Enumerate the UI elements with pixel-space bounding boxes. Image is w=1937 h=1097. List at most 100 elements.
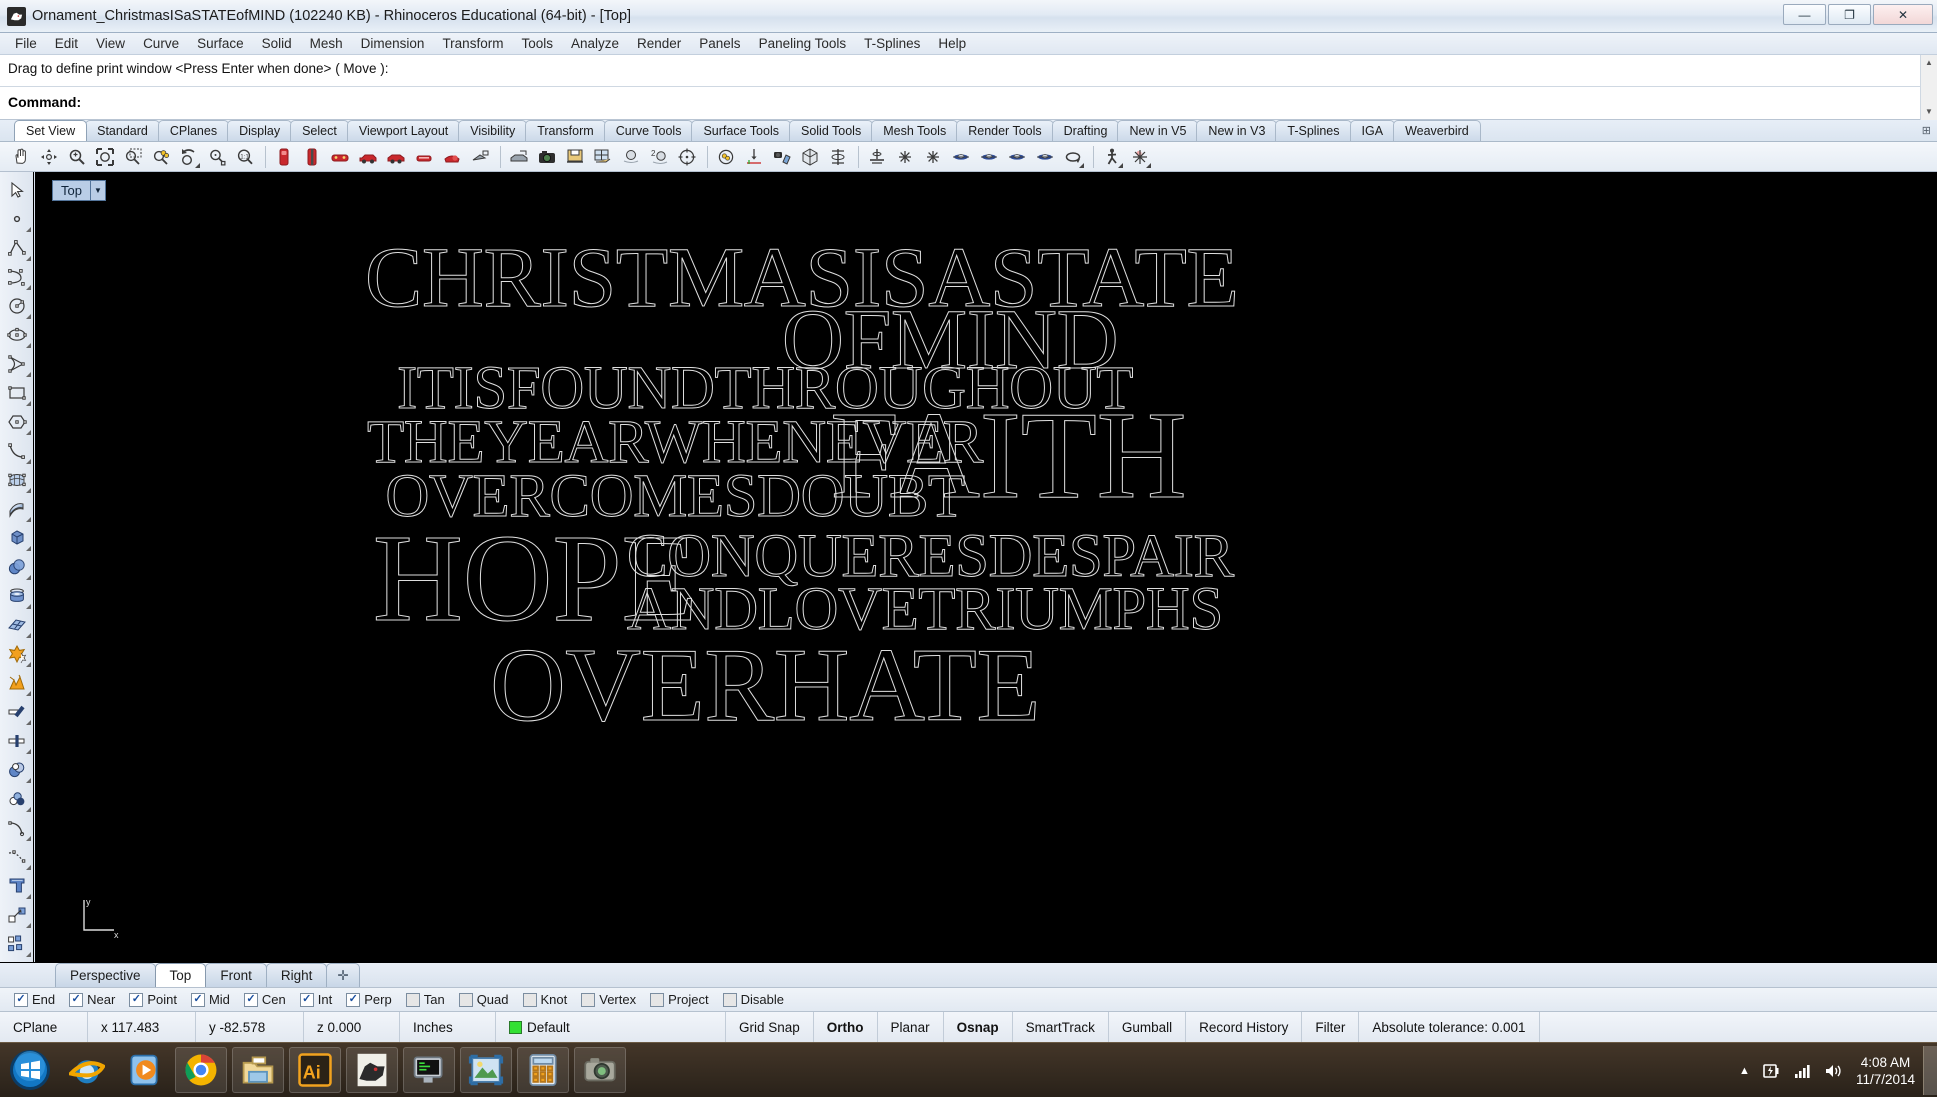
flyout-corner-icon[interactable] (25, 720, 31, 725)
add-viewport-tab-button[interactable]: ✛ (326, 963, 360, 987)
copy-icon[interactable] (2, 930, 32, 958)
flyout-corner-icon[interactable] (25, 836, 31, 841)
extrude-surface-icon[interactable] (2, 495, 32, 523)
undo-view-icon[interactable] (176, 144, 202, 170)
taskbar-app-camera-app[interactable] (574, 1047, 626, 1093)
toolbar-tab-transform[interactable]: Transform (525, 120, 606, 141)
named-view-icon[interactable] (467, 144, 493, 170)
plane-side1-icon[interactable] (948, 144, 974, 170)
move-icon[interactable] (2, 901, 32, 929)
boolean-intersection-icon[interactable] (2, 785, 32, 813)
checkbox-icon[interactable] (722, 992, 737, 1007)
menu-item-view[interactable]: View (87, 34, 134, 53)
checkbox-icon[interactable]: ✓ (243, 992, 258, 1007)
status-toggle-smarttrack[interactable]: SmartTrack (1013, 1011, 1109, 1043)
toolbar-tab-solid-tools[interactable]: Solid Tools (788, 120, 874, 141)
zoom-target-icon[interactable] (204, 144, 230, 170)
status-toggle-record-history[interactable]: Record History (1186, 1011, 1303, 1043)
sun-flare-icon[interactable] (1127, 144, 1153, 170)
osnap-option-perp[interactable]: ✓ Perp (346, 992, 392, 1007)
explode-icon[interactable] (2, 669, 32, 697)
flyout-corner-icon[interactable] (25, 285, 31, 290)
checkbox-icon[interactable]: ✓ (69, 992, 84, 1007)
checkbox-icon[interactable]: ✓ (14, 992, 28, 1007)
status-toggle-planar[interactable]: Planar (878, 1011, 944, 1043)
polyline-icon[interactable] (2, 234, 32, 262)
menu-item-mesh[interactable]: Mesh (301, 34, 352, 53)
status-toggle-ortho[interactable]: Ortho (814, 1011, 878, 1043)
flyout-corner-icon[interactable] (1118, 162, 1123, 168)
plane-star2-icon[interactable] (920, 144, 946, 170)
flyout-corner-icon[interactable] (25, 807, 31, 812)
osnap-option-near[interactable]: ✓ Near (69, 992, 115, 1007)
chevron-up-icon[interactable]: ▲ (1739, 1065, 1750, 1077)
checkbox-icon[interactable]: ✓ (129, 992, 144, 1007)
units-indicator[interactable]: Inches (400, 1011, 496, 1043)
plane-front-icon[interactable] (825, 144, 851, 170)
toolbar-tab-surface-tools[interactable]: Surface Tools (691, 120, 791, 141)
osnap-option-quad[interactable]: Quad (458, 992, 509, 1007)
scroll-down-icon[interactable]: ▼ (1921, 104, 1937, 120)
minimize-button[interactable]: — (1783, 4, 1826, 25)
flyout-corner-icon[interactable] (1079, 162, 1084, 168)
checkbox-icon[interactable]: ✓ (299, 992, 314, 1007)
trim-icon[interactable] (2, 698, 32, 726)
checkbox-icon[interactable]: ✓ (346, 992, 361, 1007)
cube-view-icon[interactable] (797, 144, 823, 170)
status-toggle-gumball[interactable]: Gumball (1109, 1011, 1187, 1043)
plane-top-icon[interactable] (864, 144, 890, 170)
plane-side4-icon[interactable] (1032, 144, 1058, 170)
status-toggle-osnap[interactable]: Osnap (944, 1011, 1013, 1043)
osnap-option-disable[interactable]: Disable (722, 992, 784, 1007)
menu-item-surface[interactable]: Surface (188, 34, 253, 53)
arc-icon[interactable] (2, 350, 32, 378)
text-object-icon[interactable] (2, 872, 32, 900)
flyout-corner-icon[interactable] (25, 865, 31, 870)
boolean-union-icon[interactable] (2, 640, 32, 668)
osnap-option-knot[interactable]: Knot (522, 992, 567, 1007)
polygon-icon[interactable] (2, 408, 32, 436)
osnap-option-vertex[interactable]: Vertex (581, 992, 636, 1007)
tolerance-indicator[interactable]: Absolute tolerance: 0.001 (1359, 1011, 1540, 1043)
set-camera-icon[interactable] (506, 144, 532, 170)
save-view-icon[interactable] (562, 144, 588, 170)
flyout-corner-icon[interactable] (25, 488, 31, 493)
boolean-difference-icon[interactable] (2, 756, 32, 784)
pan-hand-icon[interactable] (8, 144, 34, 170)
walkabout-icon[interactable] (1099, 144, 1125, 170)
taskbar-app-adobe-illustrator[interactable]: Ai (289, 1047, 341, 1093)
mesh-plane-icon[interactable] (2, 611, 32, 639)
taskbar-app-file-explorer[interactable] (232, 1047, 284, 1093)
viewport-layout-icon[interactable] (590, 144, 616, 170)
flyout-corner-icon[interactable] (195, 162, 200, 168)
osnap-option-tan[interactable]: Tan (405, 992, 445, 1007)
taskbar-app-rhinoceros[interactable] (346, 1047, 398, 1093)
flyout-corner-icon[interactable] (25, 227, 31, 232)
menu-item-tools[interactable]: Tools (512, 34, 562, 53)
clock[interactable]: 4:08 AM 11/7/2014 (1856, 1054, 1915, 1088)
scroll-up-icon[interactable]: ▲ (1921, 55, 1937, 71)
menu-item-file[interactable]: File (6, 34, 46, 53)
zoom-extents-icon[interactable] (92, 144, 118, 170)
toolbar-tab-display[interactable]: Display (227, 120, 293, 141)
coordinate-z[interactable]: z 0.000 (304, 1011, 400, 1043)
toolbar-tab-new-in-v5[interactable]: New in V5 (1117, 120, 1199, 141)
menu-item-edit[interactable]: Edit (46, 34, 87, 53)
circle-icon[interactable] (2, 292, 32, 320)
osnap-option-cen[interactable]: ✓ Cen (243, 992, 286, 1007)
fillet-curve-icon[interactable] (2, 814, 32, 842)
view-persp-car-icon[interactable] (355, 144, 381, 170)
osnap-option-int[interactable]: ✓ Int (299, 992, 332, 1007)
toolbar-tab-drafting[interactable]: Drafting (1051, 120, 1120, 141)
place-target-icon[interactable] (713, 144, 739, 170)
flyout-corner-icon[interactable] (25, 894, 31, 899)
osnap-option-point[interactable]: ✓ Point (129, 992, 177, 1007)
osnap-option-project[interactable]: Project (650, 992, 709, 1007)
rotate-view-icon[interactable] (36, 144, 62, 170)
box-icon[interactable] (2, 524, 32, 552)
command-input[interactable]: Command: (0, 88, 1920, 118)
flyout-corner-icon[interactable] (25, 430, 31, 435)
flyout-corner-icon[interactable] (25, 256, 31, 261)
chevron-down-icon[interactable]: ▼ (89, 180, 106, 201)
camera-object-icon[interactable] (769, 144, 795, 170)
